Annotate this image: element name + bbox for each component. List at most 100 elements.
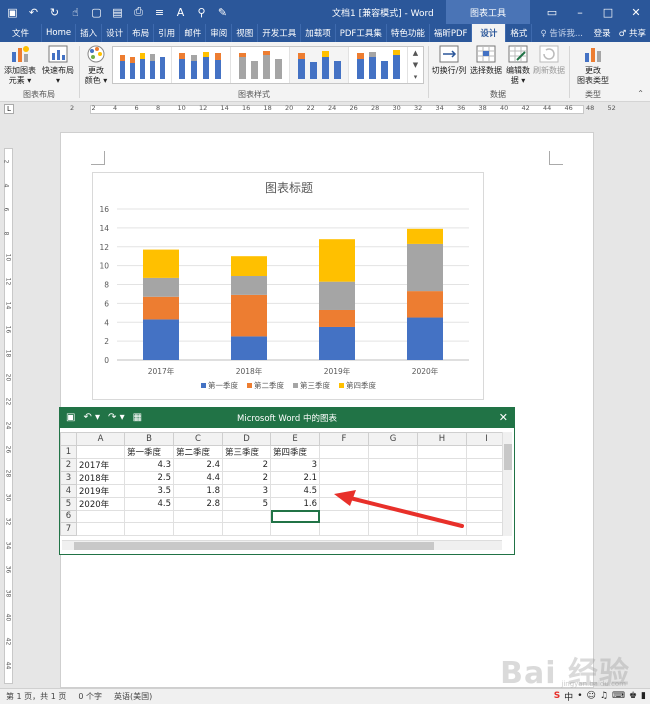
column-header[interactable]: E [270, 432, 320, 446]
sheet-cell[interactable]: 2.1 [270, 470, 320, 485]
punctuation-icon[interactable]: • [577, 691, 582, 701]
sheet-cell[interactable]: 4.3 [124, 457, 174, 472]
chart-style-2[interactable] [172, 47, 231, 83]
sheet-vertical-scrollbar[interactable] [502, 432, 512, 536]
maximize-icon[interactable]: □ [594, 0, 622, 24]
bar-segment[interactable] [319, 281, 355, 310]
bar-segment[interactable] [319, 309, 355, 327]
row-header[interactable]: 5 [60, 496, 77, 511]
column-header[interactable]: B [124, 432, 174, 446]
search-icon[interactable]: ⚲ [195, 6, 208, 19]
sheet-cell[interactable] [124, 522, 174, 536]
sheet-cell[interactable]: 2 [222, 457, 271, 472]
redo-icon[interactable]: ↻ [48, 6, 61, 19]
emoji-icon[interactable]: ☺ [587, 691, 596, 701]
tell-me-box[interactable]: ♀ 告诉我... [536, 24, 587, 42]
legend-entry[interactable]: 第三季度 [300, 380, 330, 390]
column-header[interactable]: C [173, 432, 223, 446]
tab-view[interactable]: 视图 [232, 24, 259, 42]
sheet-cell[interactable]: 第二季度 [173, 444, 223, 459]
sheet-cell[interactable] [466, 496, 507, 511]
chart-style-3[interactable] [231, 47, 290, 83]
tab-chart-format[interactable]: 格式 [506, 24, 533, 42]
sheet-cell[interactable]: 4.5 [124, 496, 174, 511]
sheet-cell[interactable] [319, 444, 369, 459]
close-icon[interactable]: ✕ [499, 411, 508, 424]
chart-style-1[interactable] [113, 47, 172, 83]
change-chart-type-button[interactable]: 更改 图表类型 [572, 44, 614, 86]
font-color-icon[interactable]: A [174, 6, 187, 19]
tab-addins[interactable]: 加载项 [301, 24, 336, 42]
sheet-cell[interactable] [319, 457, 369, 472]
sheet-cell[interactable]: 第三季度 [222, 444, 271, 459]
sheet-cell[interactable] [124, 509, 174, 523]
switch-row-column-button[interactable]: 切换行/列 [430, 44, 468, 76]
sheet-cell[interactable] [173, 522, 223, 536]
sheet-cell[interactable]: 3 [270, 457, 320, 472]
ruler-corner-icon[interactable]: L [4, 104, 14, 114]
column-header[interactable]: G [368, 432, 418, 446]
tab-pdf-tools[interactable]: PDF工具集 [336, 24, 387, 42]
bar-segment[interactable] [407, 317, 443, 360]
quick-layout-button[interactable]: 快速布局 ▾ [40, 44, 76, 86]
sheet-cell[interactable]: 3 [222, 483, 271, 498]
select-all-corner[interactable] [60, 432, 77, 446]
bar-segment[interactable] [143, 319, 179, 360]
sheet-cell[interactable]: 2018年 [76, 470, 125, 485]
tab-insert[interactable]: 插入 [76, 24, 103, 42]
tab-design-doc[interactable]: 设计 [102, 24, 129, 42]
keyboard-icon[interactable]: ⌨ [612, 691, 625, 701]
column-header[interactable]: H [417, 432, 467, 446]
ribbon-display-icon[interactable]: ▭ [538, 0, 566, 24]
bar-segment[interactable] [143, 296, 179, 320]
sheet-cell[interactable] [319, 470, 369, 485]
sheet-cell[interactable] [76, 444, 125, 459]
ime-mode[interactable]: 中 [564, 690, 573, 703]
page-count[interactable]: 第 1 页，共 1 页 [6, 691, 66, 702]
collapse-ribbon-icon[interactable]: ⌃ [637, 89, 644, 98]
embedded-chart[interactable]: 图表标题 0 2 4 6 8 10 12 14 16 2017年 2018年 2019年 2020年 第一… [92, 172, 484, 400]
horizontal-ruler[interactable]: 2 2 4 6 8 10 12 14 16 18 20 22 24 26 28 30 32 34 36 38 40 42 4… [18, 103, 650, 116]
bar-segment[interactable] [407, 243, 443, 292]
sogou-icon[interactable]: S [554, 691, 560, 701]
tab-foxit-pdf[interactable]: 福昕PDF [430, 24, 473, 42]
login-button[interactable]: 登录 [590, 24, 615, 42]
sheet-cell[interactable]: 2.5 [124, 470, 174, 485]
sheet-cell[interactable] [368, 457, 418, 472]
change-colors-button[interactable]: 更改 颜色 ▾ [82, 44, 110, 86]
add-chart-element-button[interactable]: 添加图表 元素 ▾ [2, 44, 38, 86]
sheet-cell[interactable] [222, 509, 271, 523]
sheet-cell[interactable] [173, 509, 223, 523]
sheet-cell[interactable]: 4.4 [173, 470, 223, 485]
skin-icon[interactable]: ♚ [629, 691, 637, 701]
tab-layout[interactable]: 布局 [128, 24, 155, 42]
tab-developer[interactable]: 开发工具 [258, 24, 302, 42]
sheet-cell[interactable] [368, 444, 418, 459]
row-header[interactable]: 4 [60, 483, 77, 498]
tab-references[interactable]: 引用 [154, 24, 181, 42]
chart-style-4[interactable] [290, 47, 349, 83]
bar-segment[interactable] [231, 276, 267, 295]
select-data-button[interactable]: 选择数据 [470, 44, 502, 76]
row-header[interactable]: 1 [60, 444, 77, 459]
new-doc-icon[interactable]: ▢ [90, 6, 103, 19]
share-button[interactable]: ♂ 共享 [615, 24, 650, 42]
language[interactable]: 英语(美国) [114, 691, 152, 702]
sheet-cell[interactable]: 2019年 [76, 483, 125, 498]
row-header[interactable]: 7 [60, 522, 77, 536]
vertical-ruler[interactable]: 2 4 6 8 10 12 14 16 18 20 22 24 26 28 30 32 34 36 38 40 42 44 [2, 118, 15, 684]
sheet-cell[interactable] [270, 509, 320, 523]
chart-title[interactable]: 图表标题 [265, 181, 313, 195]
legend-entry[interactable]: 第四季度 [346, 380, 376, 390]
sheet-cell[interactable] [466, 522, 507, 536]
bar-segment[interactable] [319, 326, 355, 360]
sheet-cell[interactable]: 2.8 [173, 496, 223, 511]
sheet-cell[interactable]: 3.5 [124, 483, 174, 498]
sheet-cell[interactable] [270, 522, 320, 536]
sheet-cell[interactable] [417, 457, 467, 472]
bar-segment[interactable] [231, 256, 267, 277]
voice-icon[interactable]: ♫ [600, 691, 608, 701]
legend-entry[interactable]: 第二季度 [254, 380, 284, 390]
draw-icon[interactable]: ✎ [216, 6, 229, 19]
format-icon[interactable]: ≡ [153, 6, 166, 19]
